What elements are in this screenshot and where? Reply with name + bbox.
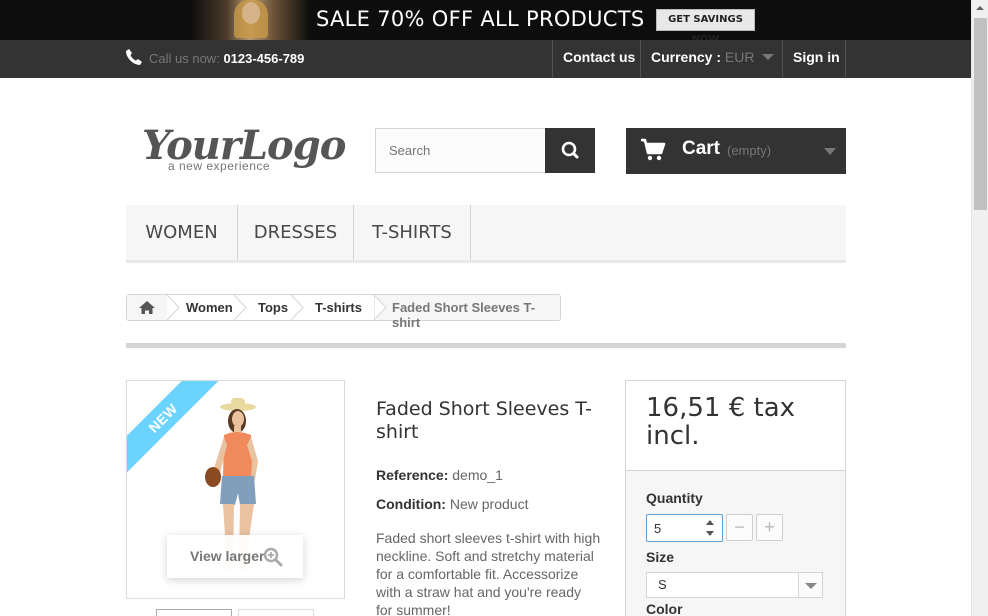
- menu-item-dresses[interactable]: DRESSES: [238, 205, 354, 260]
- breadcrumb-tops[interactable]: Tops: [258, 300, 288, 315]
- cart-label: Cart: [682, 138, 721, 159]
- menu-item-tshirts[interactable]: T-SHIRTS: [354, 205, 471, 260]
- reference-value: demo_1: [452, 467, 503, 483]
- product-name: Faded Short Sleeves T-shirt: [376, 398, 593, 443]
- search-icon: [561, 141, 579, 159]
- quantity-spinner-icon[interactable]: [704, 517, 716, 539]
- search-input[interactable]: [375, 128, 546, 173]
- currency-caret-icon[interactable]: [762, 54, 774, 60]
- nav-divider: [845, 40, 846, 78]
- product-description: Faded short sleeves t-shirt with high ne…: [376, 530, 601, 616]
- call-us-text: Call us now: 0123-456-789: [149, 51, 304, 66]
- currency-selector[interactable]: Currency : EUR: [651, 49, 754, 65]
- size-label: Size: [646, 549, 675, 565]
- breadcrumb-separator-icon: [167, 295, 180, 320]
- banner-model-image: [190, 0, 310, 40]
- cart-status: (empty): [727, 143, 772, 158]
- get-savings-button[interactable]: GET SAVINGS NOW: [656, 9, 755, 45]
- logo-tagline: a new experience: [168, 159, 271, 173]
- currency-value: EUR: [724, 49, 755, 65]
- site-logo[interactable]: YourLogo a new experience: [142, 124, 346, 176]
- breadcrumb-home[interactable]: [127, 295, 167, 320]
- currency-label: Currency :: [651, 49, 722, 65]
- breadcrumb-separator-icon: [291, 295, 304, 320]
- promo-banner[interactable]: SALE 70% OFF ALL PRODUCTS GET SAVINGS NO…: [0, 0, 971, 45]
- home-icon: [139, 301, 155, 314]
- menu-item-women[interactable]: WOMEN: [126, 205, 238, 260]
- size-select[interactable]: S: [646, 572, 823, 598]
- cart-icon: [641, 138, 666, 161]
- main-menu: WOMEN DRESSES T-SHIRTS: [126, 205, 846, 263]
- nav-divider: [782, 40, 783, 78]
- search-button[interactable]: [545, 128, 595, 173]
- reference-label: Reference:: [376, 467, 449, 483]
- product-page: SALE 70% OFF ALL PRODUCTS GET SAVINGS NO…: [0, 0, 988, 616]
- breadcrumb: Women Tops T-shirts Faded Short Sleeves …: [126, 294, 561, 330]
- thumbnail-2[interactable]: [238, 609, 314, 616]
- phone-number: 0123-456-789: [223, 51, 305, 66]
- zoom-icon: [263, 547, 283, 567]
- contact-us-link[interactable]: Contact us: [563, 49, 635, 65]
- page-scrollbar[interactable]: [971, 0, 988, 616]
- reference-row: Reference: demo_1: [376, 467, 503, 483]
- condition-label: Condition:: [376, 496, 446, 512]
- sign-in-link[interactable]: Sign in: [793, 49, 840, 65]
- buy-box: 16,51 € tax incl. Quantity − + Size S Co…: [625, 380, 846, 616]
- quantity-label: Quantity: [646, 490, 703, 506]
- color-label: Color: [646, 601, 683, 616]
- view-larger-button[interactable]: View larger: [167, 535, 303, 578]
- breadcrumb-women[interactable]: Women: [186, 300, 233, 315]
- breadcrumb-separator-icon: [374, 295, 387, 320]
- breadcrumb-separator-icon: [234, 295, 247, 320]
- quantity-plus-button[interactable]: +: [756, 514, 783, 541]
- breadcrumb-tshirts[interactable]: T-shirts: [315, 300, 362, 315]
- scroll-thumb[interactable]: [974, 18, 987, 210]
- chevron-down-icon: [824, 148, 836, 155]
- nav-divider: [552, 40, 553, 78]
- condition-value: New product: [449, 496, 529, 512]
- quantity-minus-button[interactable]: −: [726, 514, 753, 541]
- scroll-up-arrow-icon[interactable]: [972, 0, 988, 17]
- call-label: Call us now:: [149, 51, 220, 66]
- product-price: 16,51 € tax incl.: [646, 393, 796, 451]
- cart-block[interactable]: Cart (empty): [626, 128, 846, 174]
- section-divider: [126, 343, 846, 348]
- phone-icon: [126, 49, 142, 65]
- price-area: 16,51 € tax incl.: [626, 381, 845, 471]
- breadcrumb-current: Faded Short Sleeves T-shirt: [392, 300, 536, 330]
- condition-row: Condition: New product: [376, 496, 528, 512]
- chevron-down-icon[interactable]: [798, 573, 822, 597]
- size-selected-value: S: [658, 577, 667, 592]
- nav-divider: [640, 40, 641, 78]
- view-larger-label: View larger: [190, 548, 265, 564]
- thumbnail-1[interactable]: [156, 609, 232, 616]
- banner-sale-text: SALE 70% OFF ALL PRODUCTS: [316, 7, 645, 31]
